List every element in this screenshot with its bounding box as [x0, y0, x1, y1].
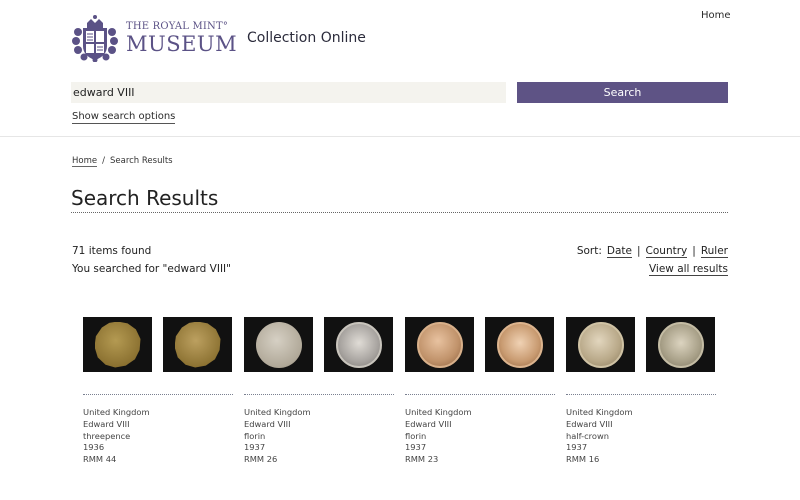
result-denomination: half-crown [566, 430, 610, 441]
search-query-summary: You searched for "edward VIII" [72, 263, 231, 275]
site-header: THE ROYAL MINT° MUSEUM Collection Online… [0, 0, 800, 137]
result-item[interactable]: United Kingdom Edward VIII florin 1937 R… [244, 317, 394, 466]
result-divider [566, 394, 716, 395]
sort-separator: | [637, 245, 641, 257]
result-details: United Kingdom Edward VIII florin 1937 R… [244, 407, 394, 466]
nav-home-link[interactable]: Home [701, 10, 731, 21]
sort-by-ruler[interactable]: Ruler [700, 245, 728, 258]
coin-icon [255, 321, 302, 368]
coin-icon [416, 321, 463, 368]
result-country: United Kingdom [244, 407, 311, 417]
result-divider [83, 394, 233, 395]
result-reference: RMM 23 [405, 454, 439, 465]
breadcrumb: Home / Search Results [72, 156, 173, 167]
sort-controls: Sort: Date | Country | Ruler [577, 245, 728, 258]
result-year: 1937 [405, 442, 427, 453]
coin-reverse-image[interactable] [163, 317, 232, 372]
result-country: United Kingdom [83, 407, 150, 417]
title-divider [71, 212, 728, 213]
result-item[interactable]: United Kingdom Edward VIII threepence 19… [83, 317, 233, 466]
breadcrumb-current: Search Results [109, 156, 173, 166]
sort-by-date[interactable]: Date [606, 245, 632, 258]
logo-line-2: MUSEUM [126, 32, 238, 56]
result-denomination: florin [405, 430, 427, 441]
coin-obverse-image[interactable] [566, 317, 635, 372]
coin-reverse-image[interactable] [485, 317, 554, 372]
results-count: 71 items found [72, 245, 152, 257]
result-denomination: florin [244, 430, 266, 441]
coin-obverse-image[interactable] [405, 317, 474, 372]
royal-mint-museum-logo[interactable]: THE ROYAL MINT° MUSEUM [72, 14, 237, 62]
coin-reverse-image[interactable] [646, 317, 715, 372]
result-year: 1937 [244, 442, 266, 453]
result-divider [244, 394, 394, 395]
page-title: Search Results [71, 186, 219, 210]
result-details: United Kingdom Edward VIII threepence 19… [83, 407, 233, 466]
breadcrumb-separator: / [102, 156, 105, 166]
coin-reverse-image[interactable] [324, 317, 393, 372]
result-details: United Kingdom Edward VIII half-crown 19… [566, 407, 716, 466]
sort-separator: | [692, 245, 696, 257]
result-item[interactable]: United Kingdom Edward VIII florin 1937 R… [405, 317, 555, 466]
breadcrumb-home[interactable]: Home [72, 156, 98, 167]
result-year: 1936 [83, 442, 105, 453]
result-reference: RMM 16 [566, 454, 600, 465]
sort-by-country[interactable]: Country [645, 245, 688, 258]
result-country: United Kingdom [566, 407, 633, 417]
result-ruler: Edward VIII [566, 418, 613, 429]
result-reference: RMM 44 [83, 454, 117, 465]
coin-icon [577, 321, 624, 368]
result-ruler: Edward VIII [405, 418, 452, 429]
result-item[interactable]: United Kingdom Edward VIII half-crown 19… [566, 317, 716, 466]
result-denomination: threepence [83, 430, 131, 441]
logo-wordmark: THE ROYAL MINT° MUSEUM [126, 21, 237, 55]
crest-icon [72, 15, 118, 62]
coin-icon [174, 321, 221, 368]
result-ruler: Edward VIII [83, 418, 130, 429]
coin-icon [657, 321, 704, 368]
result-ruler: Edward VIII [244, 418, 291, 429]
result-country: United Kingdom [405, 407, 472, 417]
result-year: 1937 [566, 442, 588, 453]
result-reference: RMM 26 [244, 454, 278, 465]
coin-obverse-image[interactable] [244, 317, 313, 372]
coin-obverse-image[interactable] [83, 317, 152, 372]
view-all-results-link[interactable]: View all results [648, 263, 728, 276]
result-details: United Kingdom Edward VIII florin 1937 R… [405, 407, 555, 466]
sort-label: Sort: [576, 245, 602, 257]
coin-icon [94, 321, 141, 368]
result-divider [405, 394, 555, 395]
coin-icon [335, 321, 382, 368]
search-button[interactable]: Search [517, 82, 728, 103]
search-input[interactable] [71, 82, 506, 103]
show-search-options-link[interactable]: Show search options [72, 111, 176, 124]
collection-online-title: Collection Online [247, 30, 366, 46]
coin-icon [496, 321, 543, 368]
results-grid: United Kingdom Edward VIII threepence 19… [83, 317, 723, 466]
